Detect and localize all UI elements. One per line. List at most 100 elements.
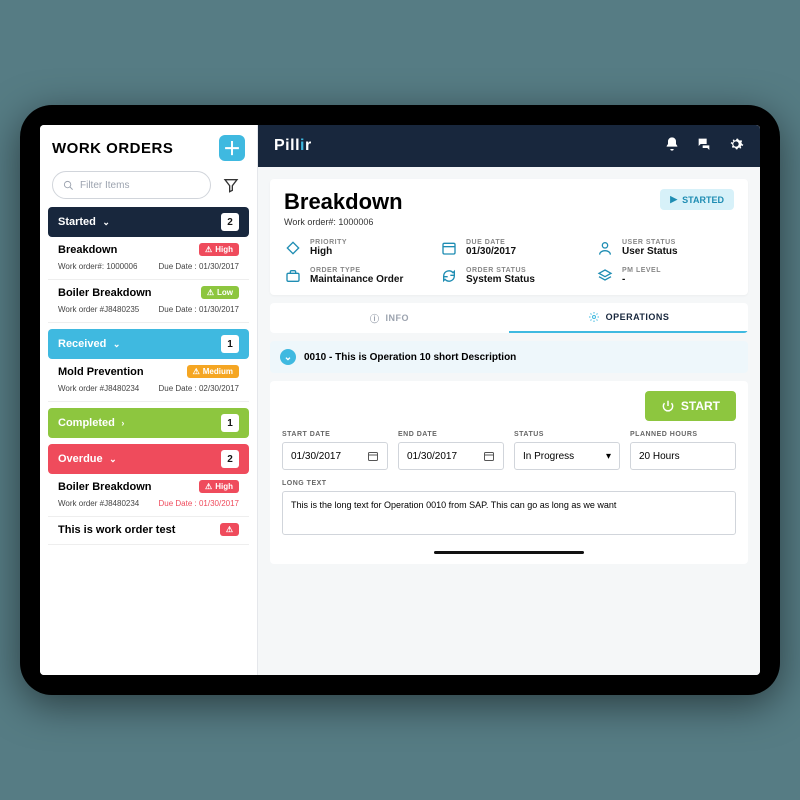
group-header-completed[interactable]: Completed › 1 — [48, 408, 249, 438]
card-title: This is work order test — [58, 524, 175, 536]
card-title: Breakdown — [58, 244, 117, 256]
chevron-down-icon: ⌄ — [110, 339, 120, 349]
brand-logo: Pillir — [274, 137, 312, 155]
calendar-icon — [367, 450, 379, 462]
work-order-card[interactable]: Boiler Breakdown ⚠High Work order #J8480… — [48, 474, 249, 517]
home-indicator — [434, 551, 584, 554]
warning-icon: ⚠ — [205, 482, 212, 491]
sidebar: WORK ORDERS ＋ Filter Items Started ⌄ 2 — [40, 125, 258, 675]
card-due: Due Date : 01/30/2017 — [158, 305, 239, 314]
work-order-detail: Breakdown Work order#: 1000006 ▶ STARTED… — [270, 179, 748, 295]
play-icon: ▶ — [670, 194, 677, 205]
priority-badge-low: ⚠Low — [201, 286, 239, 299]
main-content: Pillir Breakdown Work order#: — [258, 125, 760, 675]
chat-icon[interactable] — [696, 136, 712, 157]
app-screen: WORK ORDERS ＋ Filter Items Started ⌄ 2 — [40, 125, 760, 675]
meta-due-date: DUE DATE01/30/2017 — [440, 239, 578, 257]
user-icon — [596, 239, 614, 257]
meta-pm-level: PM LEVEL- — [596, 267, 734, 285]
field-label: LONG TEXT — [282, 480, 736, 487]
group-header-received[interactable]: Received ⌄ 1 — [48, 329, 249, 359]
end-date-input[interactable]: 01/30/2017 — [398, 442, 504, 470]
add-work-order-button[interactable]: ＋ — [219, 135, 245, 161]
start-operation-button[interactable]: START — [645, 391, 736, 421]
search-icon — [63, 180, 74, 191]
gear-icon — [588, 311, 600, 323]
search-placeholder: Filter Items — [80, 180, 129, 191]
meta-user-status: USER STATUSUser Status — [596, 239, 734, 257]
meta-order-type: ORDER TYPEMaintainance Order — [284, 267, 422, 285]
topbar: Pillir — [258, 125, 760, 167]
work-order-card[interactable]: Breakdown ⚠High Work order#: 1000006 Due… — [48, 237, 249, 280]
gear-icon[interactable] — [728, 136, 744, 157]
work-order-card[interactable]: Mold Prevention ⚠Medium Work order #J848… — [48, 359, 249, 402]
card-order: Work order#: 1000006 — [58, 262, 137, 271]
card-order: Work order #J8480234 — [58, 499, 139, 508]
meta-priority: PRIORITYHigh — [284, 239, 422, 257]
group-header-overdue[interactable]: Overdue ⌄ 2 — [48, 444, 249, 474]
tablet-device-frame: WORK ORDERS ＋ Filter Items Started ⌄ 2 — [20, 105, 780, 695]
group-started: Started ⌄ 2 Breakdown ⚠High Work order#:… — [48, 207, 249, 323]
plus-icon: ＋ — [223, 135, 241, 161]
start-date-input[interactable]: 01/30/2017 — [282, 442, 388, 470]
chevron-down-icon: ⌄ — [280, 349, 296, 365]
long-text-textarea[interactable]: This is the long text for Operation 0010… — [282, 491, 736, 535]
meta-order-status: ORDER STATUSSystem Status — [440, 267, 578, 285]
field-label: END DATE — [398, 431, 504, 438]
operation-accordion-header[interactable]: ⌄ 0010 - This is Operation 10 short Desc… — [270, 341, 748, 373]
diamond-icon — [284, 239, 302, 257]
count-overdue: 2 — [221, 450, 239, 468]
filter-button[interactable] — [217, 171, 245, 199]
work-order-number: Work order#: 1000006 — [284, 217, 403, 227]
tab-operations[interactable]: OPERATIONS — [509, 303, 748, 333]
priority-badge-high: ⚠ — [220, 523, 239, 536]
field-label: START DATE — [282, 431, 388, 438]
card-order: Work order #J8480234 — [58, 384, 139, 393]
operation-title: 0010 - This is Operation 10 short Descri… — [304, 352, 516, 363]
search-input[interactable]: Filter Items — [52, 171, 211, 199]
filter-icon — [223, 177, 239, 193]
chevron-right-icon: › — [119, 418, 125, 428]
card-title: Boiler Breakdown — [58, 481, 152, 493]
card-title: Boiler Breakdown — [58, 287, 152, 299]
planned-hours-input[interactable]: 20 Hours — [630, 442, 736, 470]
warning-icon: ⚠ — [226, 525, 233, 534]
power-icon — [661, 399, 675, 413]
calendar-icon — [440, 239, 458, 257]
operation-body: START START DATE 01/30/2017 END DATE — [270, 381, 748, 564]
card-due: Due Date : 01/30/2017 — [158, 262, 239, 271]
group-header-started[interactable]: Started ⌄ 2 — [48, 207, 249, 237]
warning-icon: ⚠ — [193, 367, 200, 376]
card-due: Due Date : 01/30/2017 — [158, 499, 239, 508]
refresh-icon — [440, 267, 458, 285]
status-badge: ▶ STARTED — [660, 189, 734, 210]
calendar-icon — [483, 450, 495, 462]
work-order-card[interactable]: This is work order test ⚠ — [48, 517, 249, 545]
card-title: Mold Prevention — [58, 366, 144, 378]
warning-icon: ⚠ — [207, 288, 214, 297]
group-overdue: Overdue ⌄ 2 Boiler Breakdown ⚠High Work … — [48, 444, 249, 545]
chevron-down-icon: ▾ — [606, 451, 611, 462]
sidebar-title: WORK ORDERS — [52, 140, 173, 157]
chevron-down-icon: ⌄ — [107, 454, 117, 464]
tab-info[interactable]: ⓘ INFO — [270, 303, 509, 333]
layers-icon — [596, 267, 614, 285]
work-order-card[interactable]: Boiler Breakdown ⚠Low Work order #J84802… — [48, 280, 249, 323]
briefcase-icon — [284, 267, 302, 285]
card-order: Work order #J8480235 — [58, 305, 139, 314]
count-received: 1 — [221, 335, 239, 353]
group-completed: Completed › 1 — [48, 408, 249, 438]
info-icon: ⓘ — [370, 312, 380, 325]
priority-badge-high: ⚠High — [199, 480, 239, 493]
field-label: STATUS — [514, 431, 620, 438]
status-select[interactable]: In Progress ▾ — [514, 442, 620, 470]
count-completed: 1 — [221, 414, 239, 432]
count-started: 2 — [221, 213, 239, 231]
page-title: Breakdown — [284, 189, 403, 215]
card-due: Due Date : 02/30/2017 — [158, 384, 239, 393]
priority-badge-medium: ⚠Medium — [187, 365, 239, 378]
notifications-icon[interactable] — [664, 136, 680, 157]
priority-badge-high: ⚠High — [199, 243, 239, 256]
detail-tabs: ⓘ INFO OPERATIONS — [270, 303, 748, 333]
warning-icon: ⚠ — [205, 245, 212, 254]
